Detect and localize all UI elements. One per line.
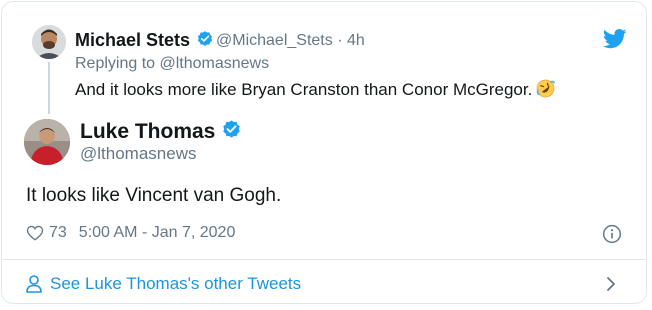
parent-author-name-text: Michael Stets [75, 30, 191, 50]
parent-tweet-text-content: And it looks more like Bryan Cranston th… [75, 80, 533, 99]
tweet-meta-row: 73 5:00 AM - Jan 7, 2020 [26, 224, 235, 242]
see-other-tweets-link[interactable]: See Luke Thomas's other Tweets [26, 274, 301, 294]
footer-divider [2, 259, 646, 260]
parent-tweet-age: · 4h [337, 32, 365, 49]
parent-author-handle-row[interactable]: @Michael_Stets · 4h [216, 32, 365, 50]
parent-author-name[interactable]: Michael Stets [75, 30, 214, 51]
avatar-image [32, 25, 66, 59]
luke-thomas-avatar[interactable] [24, 119, 70, 165]
verified-badge-icon [223, 120, 241, 138]
author-handle[interactable]: @lthomasnews [80, 144, 196, 164]
twitter-bird-icon[interactable] [603, 29, 627, 49]
michael-stets-avatar[interactable] [32, 25, 66, 59]
chevron-right-icon[interactable] [605, 276, 617, 292]
like-count[interactable]: 73 [49, 224, 67, 242]
tweet-text: It looks like Vincent van Gogh. [26, 185, 282, 206]
see-other-tweets-label: See Luke Thomas's other Tweets [50, 274, 302, 293]
author-name[interactable]: Luke Thomas [80, 119, 242, 144]
rolling-on-floor-laughing-emoji-icon [536, 79, 556, 98]
tweet-timestamp[interactable]: 5:00 AM - Jan 7, 2020 [79, 224, 236, 242]
heart-icon[interactable] [26, 224, 44, 242]
author-name-text: Luke Thomas [80, 120, 216, 143]
info-icon[interactable] [602, 224, 622, 244]
thread-connector-line [48, 62, 50, 114]
person-icon [26, 275, 42, 293]
avatar-image [24, 119, 70, 165]
parent-tweet-text: And it looks more like Bryan Cranston th… [75, 79, 556, 100]
verified-badge-icon [197, 31, 213, 46]
parent-author-handle: @Michael_Stets [216, 32, 333, 49]
embedded-tweet-card: Michael Stets @Michael_Stets · 4h Replyi… [1, 1, 647, 304]
replying-to-label[interactable]: Replying to @lthomasnews [75, 55, 269, 73]
